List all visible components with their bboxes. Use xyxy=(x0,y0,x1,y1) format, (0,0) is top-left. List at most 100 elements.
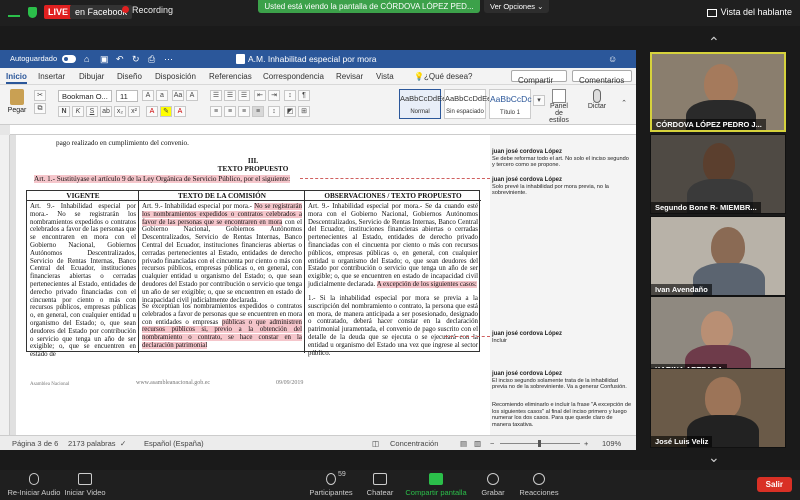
comment-4[interactable]: juan josé cordova López El inciso segundo… xyxy=(492,371,632,391)
shrink-font-icon[interactable]: a xyxy=(156,90,168,101)
styles-gallery-more-icon[interactable]: ▾ xyxy=(533,95,545,106)
zoom-in-icon[interactable]: + xyxy=(584,439,588,448)
font-name-select[interactable]: Bookman O... xyxy=(58,90,112,102)
live-badge[interactable]: LIVE xyxy=(44,5,73,19)
sort-icon[interactable]: ↕ xyxy=(284,90,296,101)
horizontal-ruler[interactable] xyxy=(10,125,636,135)
undo-icon[interactable]: ↶ xyxy=(116,54,124,65)
underline-icon[interactable]: S xyxy=(86,106,98,117)
subscript-icon[interactable]: x₂ xyxy=(114,106,126,117)
tab-dibujar[interactable]: Dibujar xyxy=(79,72,104,81)
security-shield-icon[interactable] xyxy=(28,7,37,18)
style-heading-1[interactable]: AaBbCcDc Título 1 xyxy=(489,89,532,119)
reactions-button[interactable]: Reacciones xyxy=(516,470,562,497)
audio-button[interactable]: Re-Iniciar Audio xyxy=(4,470,64,497)
tab-vista[interactable]: Vista xyxy=(376,72,394,81)
chat-button[interactable]: Chatear xyxy=(360,470,400,497)
participant-video-5[interactable]: José Luis Veliz xyxy=(650,368,786,448)
superscript-icon[interactable]: x² xyxy=(128,106,140,117)
align-left-icon[interactable]: ≡ xyxy=(210,106,222,117)
zoom-level[interactable]: 109% xyxy=(602,439,621,448)
multilevel-icon[interactable]: ☰ xyxy=(238,90,250,101)
document-area[interactable]: pago realizado en cumplimiento del conve… xyxy=(0,135,636,435)
line-spacing-icon[interactable]: ↕ xyxy=(268,106,280,117)
redo-icon[interactable]: ↻ xyxy=(132,54,140,65)
video-button[interactable]: Iniciar Video xyxy=(62,470,108,497)
tab-revisar[interactable]: Revisar xyxy=(336,72,363,81)
leave-button[interactable]: Salir xyxy=(756,477,792,492)
clear-format-icon[interactable]: A xyxy=(186,90,198,101)
comments-button[interactable]: Comentarios xyxy=(572,70,632,85)
participant-video-1[interactable]: CÓRDOVA LÓPEZ PEDRO J... xyxy=(650,52,786,132)
zoom-slider-knob[interactable] xyxy=(538,440,541,447)
copy-icon[interactable]: ⧉ xyxy=(34,103,46,114)
print-layout-icon[interactable]: ▤ xyxy=(460,439,467,448)
comment-3[interactable]: juan josé cordova López Incluir xyxy=(492,331,632,344)
justify-icon[interactable]: ≡ xyxy=(252,106,264,117)
share-screen-button[interactable]: Compartir pantalla xyxy=(402,470,470,497)
bullets-icon[interactable]: ☰ xyxy=(210,90,222,101)
cut-icon[interactable]: ✂ xyxy=(34,90,46,101)
collapse-ribbon-icon[interactable]: ⌃ xyxy=(618,99,630,110)
chevron-up-icon[interactable]: ⌃ xyxy=(708,34,720,51)
style-no-spacing[interactable]: AaBbCcDdEe Sin espaciado xyxy=(444,89,491,119)
save-icon[interactable]: ▣ xyxy=(100,54,109,65)
vertical-ruler[interactable] xyxy=(0,135,10,435)
numbering-icon[interactable]: ☰ xyxy=(224,90,236,101)
autosave-toggle[interactable] xyxy=(62,55,76,63)
page-count[interactable]: Página 3 de 6 xyxy=(12,439,58,448)
document-page[interactable]: pago realizado en cumplimiento del conve… xyxy=(16,135,490,435)
highlight-icon[interactable]: ✎ xyxy=(160,106,172,117)
language[interactable]: Español (España) xyxy=(144,439,204,448)
focus-mode[interactable]: Concentración xyxy=(390,439,438,448)
borders-icon[interactable]: ⊞ xyxy=(298,106,310,117)
style-normal[interactable]: AaBbCcDdEe Normal xyxy=(399,89,446,119)
more-icon[interactable]: ⋯ xyxy=(164,54,173,65)
shading-icon[interactable]: ◩ xyxy=(284,106,296,117)
proofing-icon[interactable]: ✓ xyxy=(120,439,126,448)
decrease-indent-icon[interactable]: ⇤ xyxy=(254,90,266,101)
tab-insertar[interactable]: Insertar xyxy=(38,72,65,81)
connection-signal-icon[interactable] xyxy=(8,8,20,17)
paste-button[interactable]: Pegar xyxy=(6,89,28,119)
align-right-icon[interactable]: ≡ xyxy=(238,106,250,117)
grow-font-icon[interactable]: A xyxy=(142,90,154,101)
speaker-view-button[interactable]: Vista del hablante xyxy=(706,7,792,17)
strike-icon[interactable]: ab xyxy=(100,106,112,117)
tab-disposicion[interactable]: Disposición xyxy=(155,72,196,81)
bold-icon[interactable]: N xyxy=(58,106,70,117)
print-icon[interactable]: ⎙ xyxy=(148,54,155,65)
tab-referencias[interactable]: Referencias xyxy=(209,72,252,81)
text-effect-icon[interactable]: A xyxy=(174,106,186,117)
participant-video-4[interactable]: KARINA ARTEAGA xyxy=(650,296,786,376)
comment-1[interactable]: juan josé cordova López Se debe reformar … xyxy=(492,149,632,169)
change-case-icon[interactable]: Aa xyxy=(172,90,184,101)
record-button[interactable]: Grabar xyxy=(476,470,510,497)
italic-icon[interactable]: K xyxy=(72,106,84,117)
home-icon[interactable]: ⌂ xyxy=(84,54,89,64)
zoom-out-icon[interactable]: − xyxy=(490,439,494,448)
focus-icon[interactable]: ◫ xyxy=(372,439,379,448)
participant-video-3[interactable]: Ivan Avendaño xyxy=(650,216,786,296)
tab-diseno[interactable]: Diseño xyxy=(117,72,142,81)
share-button[interactable]: Compartir xyxy=(511,70,567,85)
comment-5[interactable]: Recomiendo eliminarlo e incluir la frase… xyxy=(492,402,632,428)
word-count[interactable]: 2173 palabras xyxy=(68,439,116,448)
dictate-button[interactable]: Dictar xyxy=(584,89,610,110)
web-layout-icon[interactable]: ▥ xyxy=(474,439,481,448)
view-options-button[interactable]: Ver Opciones ⌄ xyxy=(484,0,550,13)
chevron-down-icon[interactable]: ⌄ xyxy=(708,449,720,466)
increase-indent-icon[interactable]: ⇥ xyxy=(268,90,280,101)
account-icon[interactable]: ☺ xyxy=(608,54,617,64)
styles-pane-button[interactable]: Panel de estilos xyxy=(546,89,572,124)
font-size-select[interactable]: 11 xyxy=(116,90,138,102)
comment-2[interactable]: juan josé cordova López Solo prevé la inh… xyxy=(492,177,632,197)
tell-me-field[interactable]: ¿Qué desea? xyxy=(424,72,472,81)
participant-video-2[interactable]: Segundo Bone R- MIEMBR... xyxy=(650,134,786,214)
tab-correspondencia[interactable]: Correspondencia xyxy=(263,72,324,81)
participants-button[interactable]: Participantes 59 xyxy=(306,470,356,497)
font-color-icon[interactable]: A xyxy=(146,106,158,117)
pilcrow-icon[interactable]: ¶ xyxy=(298,90,310,101)
align-center-icon[interactable]: ≡ xyxy=(224,106,236,117)
tab-inicio[interactable]: Inicio xyxy=(6,72,27,84)
